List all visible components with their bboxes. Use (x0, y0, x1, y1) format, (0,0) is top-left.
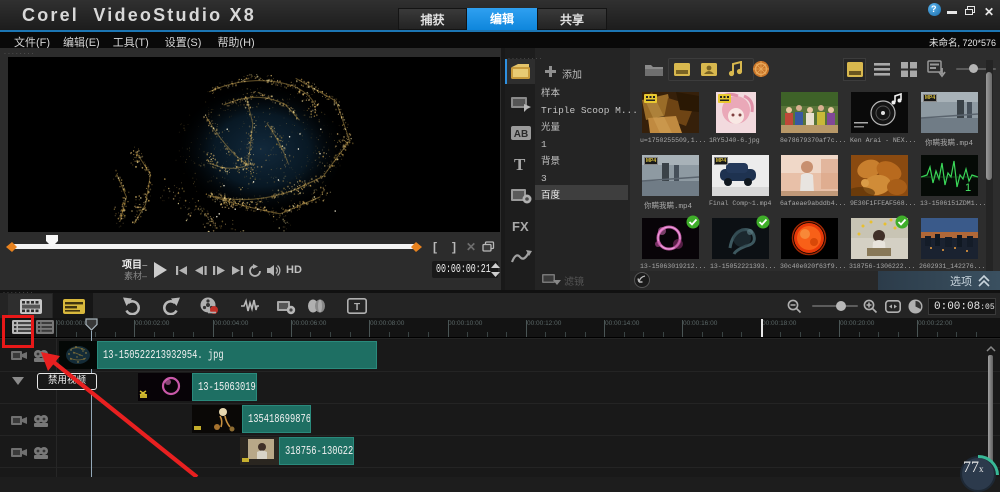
svg-text:1: 1 (965, 182, 971, 194)
svg-text:T: T (354, 302, 360, 313)
svg-text:AB: AB (514, 129, 528, 140)
